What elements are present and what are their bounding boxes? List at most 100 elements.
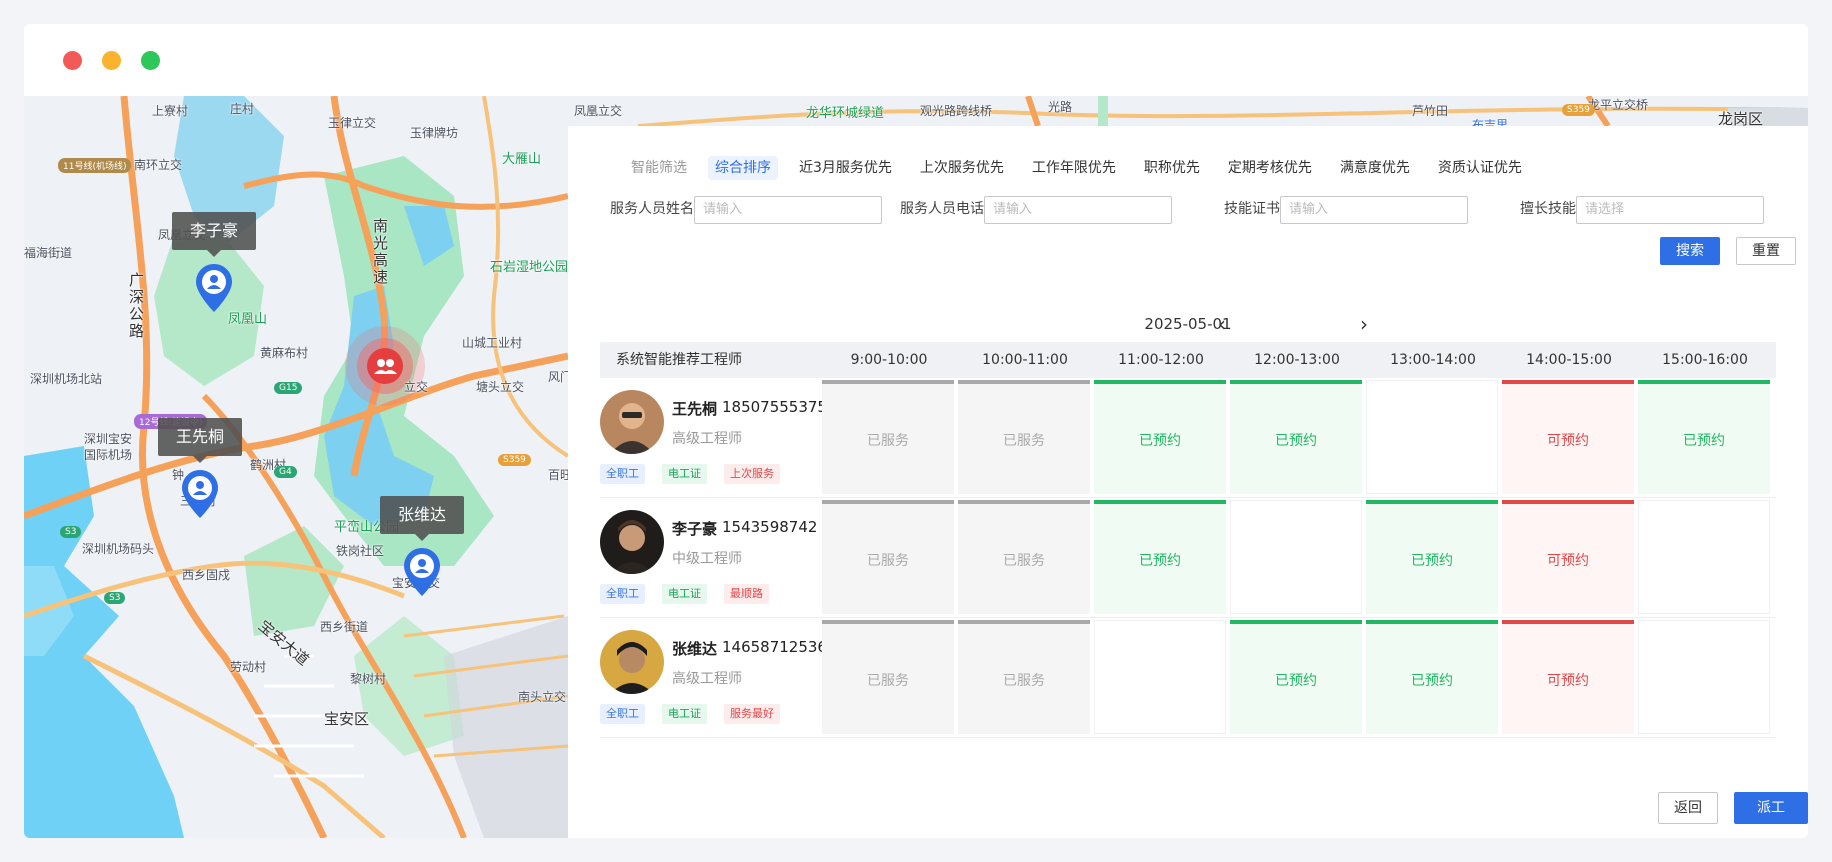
tag-badge: 电工证 <box>662 704 707 724</box>
schedule-slot[interactable]: 可预约 <box>1502 380 1634 494</box>
map-road-label: 南光高速 <box>371 218 389 286</box>
map-label: 庄村 <box>230 102 255 116</box>
engineer-level: 高级工程师 <box>672 431 742 447</box>
certificate-field-label: 技能证书 <box>1224 201 1280 217</box>
schedule-slot[interactable]: 已预约 <box>1366 500 1498 614</box>
map-label: 南环立交 <box>134 158 183 172</box>
tab-work-years[interactable]: 工作年限优先 <box>1025 156 1123 180</box>
schedule-slot[interactable]: 已服务 <box>958 380 1090 494</box>
customer-location-marker[interactable] <box>356 332 416 392</box>
engineer-level: 高级工程师 <box>672 671 742 687</box>
schedule-slot[interactable]: 已预约 <box>1366 620 1498 734</box>
schedule-slot[interactable]: 已预约 <box>1638 380 1770 494</box>
avatar <box>600 390 664 454</box>
map-view[interactable]: 上寮村 庄村 玉律立交 玉律牌坊 大雁山 南环立交 凤凰立交 福海街道 凤凰山 … <box>24 96 568 838</box>
map-label: 黄麻布村 <box>260 346 309 360</box>
tag-badge: 最顺路 <box>724 584 769 604</box>
app-window: 上寮村 庄村 玉律立交 玉律牌坊 大雁山 南环立交 凤凰立交 福海街道 凤凰山 … <box>24 24 1808 838</box>
engineer-name: 李子豪 <box>672 520 718 538</box>
map-background <box>24 96 568 838</box>
engineer-phone: 1543598742 <box>722 518 818 536</box>
schedule-date: 2025-05-01 <box>1144 315 1232 333</box>
engineer-level: 中级工程师 <box>672 551 742 567</box>
time-slot-header: 15:00-16:00 <box>1662 352 1748 368</box>
engineer-location-pin[interactable] <box>404 548 440 596</box>
tab-title[interactable]: 职称优先 <box>1137 156 1207 180</box>
engineer-phone: 14658712536 <box>722 638 827 656</box>
map-label: 劳动村 <box>230 660 267 674</box>
highway-badge: S359 <box>498 454 531 466</box>
tab-smart-filter: 智能筛选 <box>631 160 687 176</box>
time-slot-header: 9:00-10:00 <box>850 352 928 368</box>
tab-periodic-assessment[interactable]: 定期考核优先 <box>1221 156 1319 180</box>
map-district-label: 龙岗区 <box>1718 110 1764 126</box>
map-label: 深圳机场码头 <box>82 542 155 556</box>
engineer-name: 张维达 <box>672 640 718 658</box>
map-label: 百旺 <box>548 468 568 482</box>
tab-comprehensive-sort[interactable]: 综合排序 <box>708 156 778 180</box>
schedule-slot[interactable] <box>1094 620 1226 734</box>
engineer-map-tag[interactable]: 张维达 <box>380 496 465 541</box>
schedule-slot[interactable] <box>1230 500 1362 614</box>
name-input[interactable]: 请输入 <box>694 196 882 224</box>
engineer-name: 王先桐 <box>672 400 718 418</box>
certificate-input[interactable]: 请输入 <box>1280 196 1468 224</box>
schedule-slot[interactable]: 已服务 <box>822 380 954 494</box>
engineer-map-tag[interactable]: 李子豪 <box>172 212 257 257</box>
map-label: 深圳宝安 <box>84 432 133 446</box>
schedule-panel: ‹ 2025-05-01 › 系统智能推荐工程师 9:00-10:00 10:0… <box>584 298 1792 740</box>
schedule-slot[interactable]: 已预约 <box>1230 380 1362 494</box>
engineer-row[interactable]: 张维达 14658712536 高级工程师 全职工 电工证 服务最好 已服务 已… <box>600 618 1776 738</box>
map-label: 铁岗社区 <box>336 544 385 558</box>
maximize-window-button[interactable] <box>141 51 160 70</box>
search-button[interactable]: 搜索 <box>1660 237 1720 265</box>
highway-badge: G4 <box>274 466 297 478</box>
schedule-slot[interactable] <box>1638 620 1770 734</box>
schedule-slot[interactable]: 已服务 <box>958 500 1090 614</box>
tab-certification[interactable]: 资质认证优先 <box>1431 156 1529 180</box>
tag-badge: 全职工 <box>600 464 645 484</box>
skill-select[interactable]: 请选择 <box>1576 196 1764 224</box>
highway-badge: S3 <box>60 526 82 538</box>
map-poi-label: 凤凰山 <box>228 312 268 327</box>
tag-badge: 上次服务 <box>724 464 780 484</box>
schedule-slot[interactable]: 可预约 <box>1502 620 1634 734</box>
schedule-slot[interactable]: 已预约 <box>1094 500 1226 614</box>
engineer-location-pin[interactable] <box>182 470 218 518</box>
close-window-button[interactable] <box>63 51 82 70</box>
tag-badge: 电工证 <box>662 584 707 604</box>
chevron-right-icon[interactable]: › <box>1360 312 1368 336</box>
phone-field-label: 服务人员电话 <box>900 201 984 217</box>
back-button[interactable]: 返回 <box>1658 792 1718 824</box>
map-district-label: 宝安区 <box>324 710 370 728</box>
schedule-slot[interactable] <box>1366 380 1498 494</box>
engineer-map-tag[interactable]: 王先桐 <box>158 418 243 463</box>
schedule-slot[interactable] <box>1638 500 1770 614</box>
dispatch-button[interactable]: 派工 <box>1734 792 1808 824</box>
map-label: 玉律牌坊 <box>410 126 459 140</box>
filter-panel: 智能筛选 综合排序 近3月服务优先 上次服务优先 工作年限优先 职称优先 定期考… <box>584 142 1796 282</box>
map-poi-label: 大雁山 <box>502 152 542 167</box>
schedule-slot[interactable]: 可预约 <box>1502 500 1634 614</box>
map-poi-label: 龙华环城绿道 <box>806 106 885 121</box>
schedule-slot[interactable]: 已服务 <box>958 620 1090 734</box>
schedule-slot[interactable]: 已预约 <box>1230 620 1362 734</box>
map-label: 龙平立交桥 <box>1588 98 1649 112</box>
minimize-window-button[interactable] <box>102 51 121 70</box>
map-label: 福海街道 <box>24 246 73 260</box>
tab-recent-3-months[interactable]: 近3月服务优先 <box>792 156 899 180</box>
schedule-slot[interactable]: 已服务 <box>822 500 954 614</box>
engineer-location-pin[interactable] <box>196 264 232 312</box>
schedule-slot[interactable]: 已服务 <box>822 620 954 734</box>
map-label: 西乡街道 <box>320 620 369 634</box>
tag-badge: 全职工 <box>600 704 645 724</box>
engineer-row[interactable]: 李子豪 1543598742 中级工程师 全职工 电工证 最顺路 已服务 已服务… <box>600 498 1776 618</box>
tag-badge: 服务最好 <box>724 704 780 724</box>
tab-last-service[interactable]: 上次服务优先 <box>913 156 1011 180</box>
schedule-slot[interactable]: 已预约 <box>1094 380 1226 494</box>
engineer-row[interactable]: 王先桐 18507555375 高级工程师 全职工 电工证 上次服务 已服务 已… <box>600 378 1776 498</box>
tag-badge: 全职工 <box>600 584 645 604</box>
tab-satisfaction[interactable]: 满意度优先 <box>1333 156 1417 180</box>
reset-button[interactable]: 重置 <box>1736 237 1796 265</box>
phone-input[interactable]: 请输入 <box>984 196 1172 224</box>
